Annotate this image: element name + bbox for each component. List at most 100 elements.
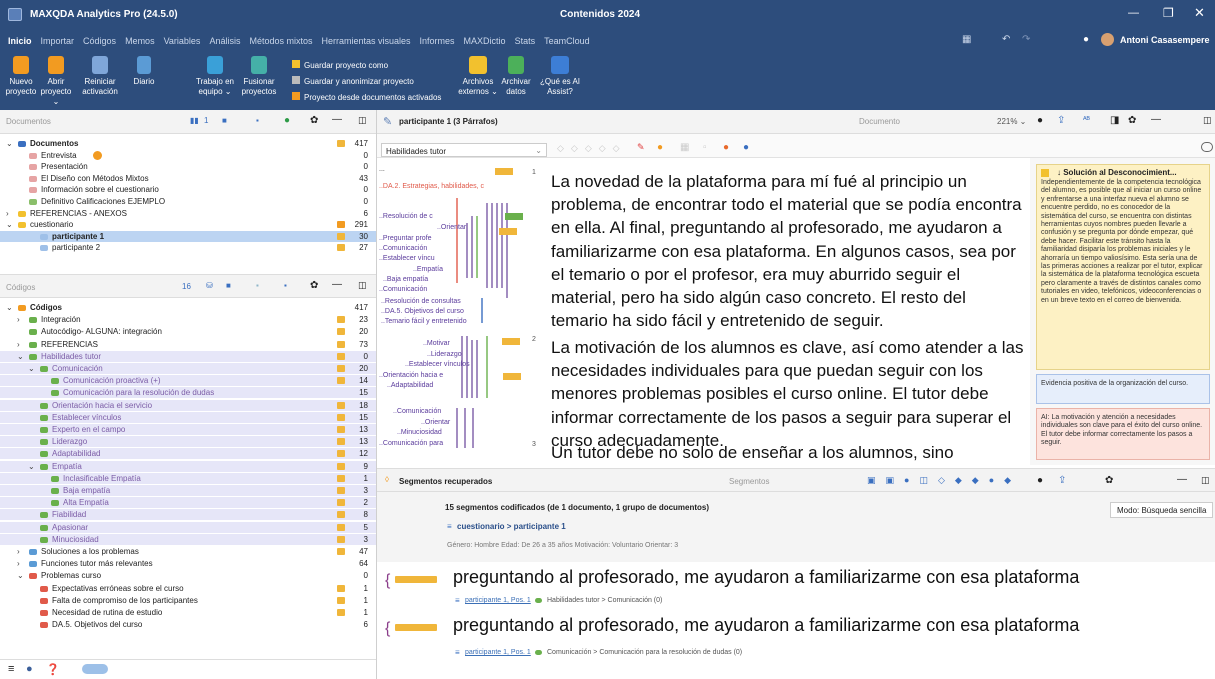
open-project-button[interactable]: Abrir proyecto ⌄ — [38, 56, 74, 107]
menu-item-8[interactable]: Informes — [420, 36, 455, 46]
activation-marker[interactable] — [337, 487, 345, 494]
code-row[interactable]: Expectativas erróneas sobre el curso 1 — [0, 583, 376, 594]
doc-row[interactable]: El Diseño con Métodos Mixtos 43 — [0, 173, 376, 184]
code-row[interactable]: › Soluciones a los problemas 47 — [0, 546, 376, 557]
segment-2-source[interactable]: participante 1, Pos. 1 — [465, 649, 531, 656]
merge-projects-button[interactable]: Fusionar proyectos — [236, 56, 282, 97]
memo-badge-icon[interactable] — [93, 150, 102, 160]
code-row[interactable]: ⌄ Problemas curso 0 — [0, 570, 376, 581]
doc-row[interactable]: › REFERENCIAS - ANEXOS 6 — [0, 208, 376, 219]
stripe-label[interactable]: ..Orientar — [437, 224, 466, 231]
chevron-right-icon[interactable]: › — [17, 314, 20, 325]
code-row[interactable]: › Funciones tutor más relevantes 64 — [0, 558, 376, 569]
code-minimize-icon[interactable]: — — [332, 279, 342, 290]
activation-marker[interactable] — [337, 377, 345, 385]
menu-item-5[interactable]: Análisis — [209, 36, 240, 46]
browser-maximize-icon[interactable]: ◫ — [1203, 115, 1212, 126]
layout-toggle-icon[interactable]: ◨ — [1110, 115, 1119, 126]
minimize-icon[interactable]: — — [1128, 7, 1139, 19]
code-row[interactable]: Minuciosidad 3 — [0, 533, 376, 545]
code-row[interactable]: › REFERENCIAS 73 — [0, 339, 376, 350]
activation-marker[interactable] — [337, 523, 345, 531]
stripe-label[interactable]: ..Motivar — [423, 340, 450, 347]
code-row[interactable]: Establecer vínculos 15 — [0, 411, 376, 423]
activation-marker[interactable] — [337, 232, 345, 240]
documents-search[interactable]: Documentos — [6, 117, 51, 126]
color-code-icon[interactable]: ▦ — [680, 142, 689, 153]
doc-filter-icon[interactable]: ▮▮ — [190, 116, 199, 125]
code-row[interactable]: › Integración 23 — [0, 314, 376, 325]
menu-item-4[interactable]: Variables — [164, 36, 201, 46]
stripe-label[interactable]: ..Orientar — [421, 419, 450, 426]
stripe-label[interactable]: ..Comunicación — [379, 286, 427, 293]
code-select[interactable]: Habilidades tutor ⌄ — [381, 143, 547, 157]
menu-item-7[interactable]: Herramientas visuales — [321, 36, 410, 46]
stripe-label[interactable]: ..DA.5. Objetivos del curso — [381, 308, 464, 315]
code-row[interactable]: ⌄ Códigos 417 — [0, 302, 376, 313]
stripe-label[interactable]: ..DA.2. Estrategias, habilidades, c — [379, 183, 484, 190]
menu-icon[interactable]: ≡ — [8, 663, 14, 675]
menu-item-2[interactable]: Códigos — [83, 36, 116, 46]
bell-icon[interactable]: ● — [1083, 34, 1089, 45]
segment-1-text[interactable]: preguntando al profesorado, me ayudaron … — [453, 567, 1079, 588]
stripe-label[interactable]: ..Resolución de c — [379, 213, 433, 220]
retrieval-settings-icon[interactable]: ✿ — [1105, 475, 1113, 486]
new-document-icon[interactable]: ■ — [222, 116, 227, 125]
help-icon[interactable]: ❓ — [46, 663, 60, 676]
code-row[interactable]: Experto en el campo 13 — [0, 424, 376, 435]
export-icon[interactable]: ⇪ — [1057, 115, 1065, 126]
activation-marker[interactable] — [337, 365, 345, 372]
restart-activation-button[interactable]: Reiniciar activación — [78, 56, 122, 97]
activation-marker[interactable] — [337, 462, 345, 470]
chevron-right-icon[interactable]: › — [17, 558, 20, 569]
retrieval-maximize-icon[interactable]: ◫ — [1201, 475, 1210, 486]
activation-marker[interactable] — [337, 340, 345, 348]
chevron-down-icon[interactable]: ⌄ — [17, 570, 24, 581]
document-search[interactable]: Documento — [859, 117, 900, 126]
import-icon[interactable]: ▪ — [256, 116, 259, 125]
stripe-label[interactable]: ..Comunicación — [393, 408, 441, 415]
activate-icon[interactable]: ● — [284, 115, 290, 126]
activation-marker[interactable] — [337, 244, 345, 252]
retrieval-tools[interactable]: ▣▣●◫◇◆◆●◆ — [867, 475, 1021, 486]
code-row[interactable]: Inclasificable Empatía 1 — [0, 472, 376, 484]
stripe-label[interactable]: ..Establecer víncu — [379, 255, 435, 262]
coding-tools[interactable]: ◇◇◇◇◇ — [557, 143, 627, 154]
chevron-right-icon[interactable]: › — [6, 208, 9, 219]
segments-search[interactable]: Segmentos — [729, 477, 769, 486]
code-maximize-icon[interactable]: ◫ — [358, 280, 367, 291]
memo-tool-icon[interactable]: ▫ — [703, 142, 707, 153]
chevron-down-icon[interactable]: ⌄ — [28, 461, 35, 472]
redo-icon[interactable]: ↷ — [1022, 34, 1030, 45]
stripe-label[interactable]: ..Empatía — [413, 266, 443, 273]
browser-minimize-icon[interactable]: — — [1151, 114, 1161, 125]
emoticon-icon[interactable]: ● — [657, 142, 663, 153]
menu-item-11[interactable]: TeamCloud — [544, 36, 590, 46]
doc-row[interactable]: Presentación 0 — [0, 161, 376, 172]
segment-1-source[interactable]: participante 1, Pos. 1 — [465, 597, 531, 604]
save-anonymize-button[interactable]: Guardar y anonimizar proyecto — [292, 74, 441, 90]
menu-item-6[interactable]: Métodos mixtos — [249, 36, 312, 46]
doc-row[interactable]: Entrevista 0 — [0, 150, 376, 161]
activation-marker[interactable] — [337, 316, 345, 324]
doc-settings-icon[interactable]: ✿ — [310, 115, 318, 126]
activation-marker[interactable] — [337, 499, 345, 507]
activation-marker[interactable] — [337, 511, 345, 519]
activation-marker[interactable] — [337, 548, 345, 555]
doc-row[interactable]: ⌄ cuestionario 291 — [0, 219, 376, 230]
chevron-down-icon[interactable]: ⌄ — [6, 138, 13, 149]
record-icon[interactable]: ● — [26, 663, 33, 675]
chevron-right-icon[interactable]: › — [17, 546, 20, 557]
code-settings-icon[interactable]: ✿ — [310, 280, 318, 291]
retrieval-minimize-icon[interactable]: — — [1177, 474, 1187, 485]
segment-2-code[interactable]: Comunicación > Comunicación para la reso… — [547, 649, 742, 656]
activation-marker[interactable] — [337, 426, 345, 433]
menu-item-3[interactable]: Memos — [125, 36, 155, 46]
activation-marker[interactable] — [337, 413, 345, 421]
stripe-label[interactable]: ..Orientación hacia e — [379, 372, 443, 379]
print-icon[interactable]: ● — [1037, 115, 1043, 126]
code-row[interactable]: Alta Empatía 2 — [0, 497, 376, 509]
stripe-label[interactable]: ..Adaptabilidad — [387, 382, 433, 389]
ai-assist-button[interactable]: ¿Qué es AI Assist? — [536, 56, 584, 97]
memo-card-2[interactable]: Evidencia positiva de la organización de… — [1036, 374, 1210, 404]
